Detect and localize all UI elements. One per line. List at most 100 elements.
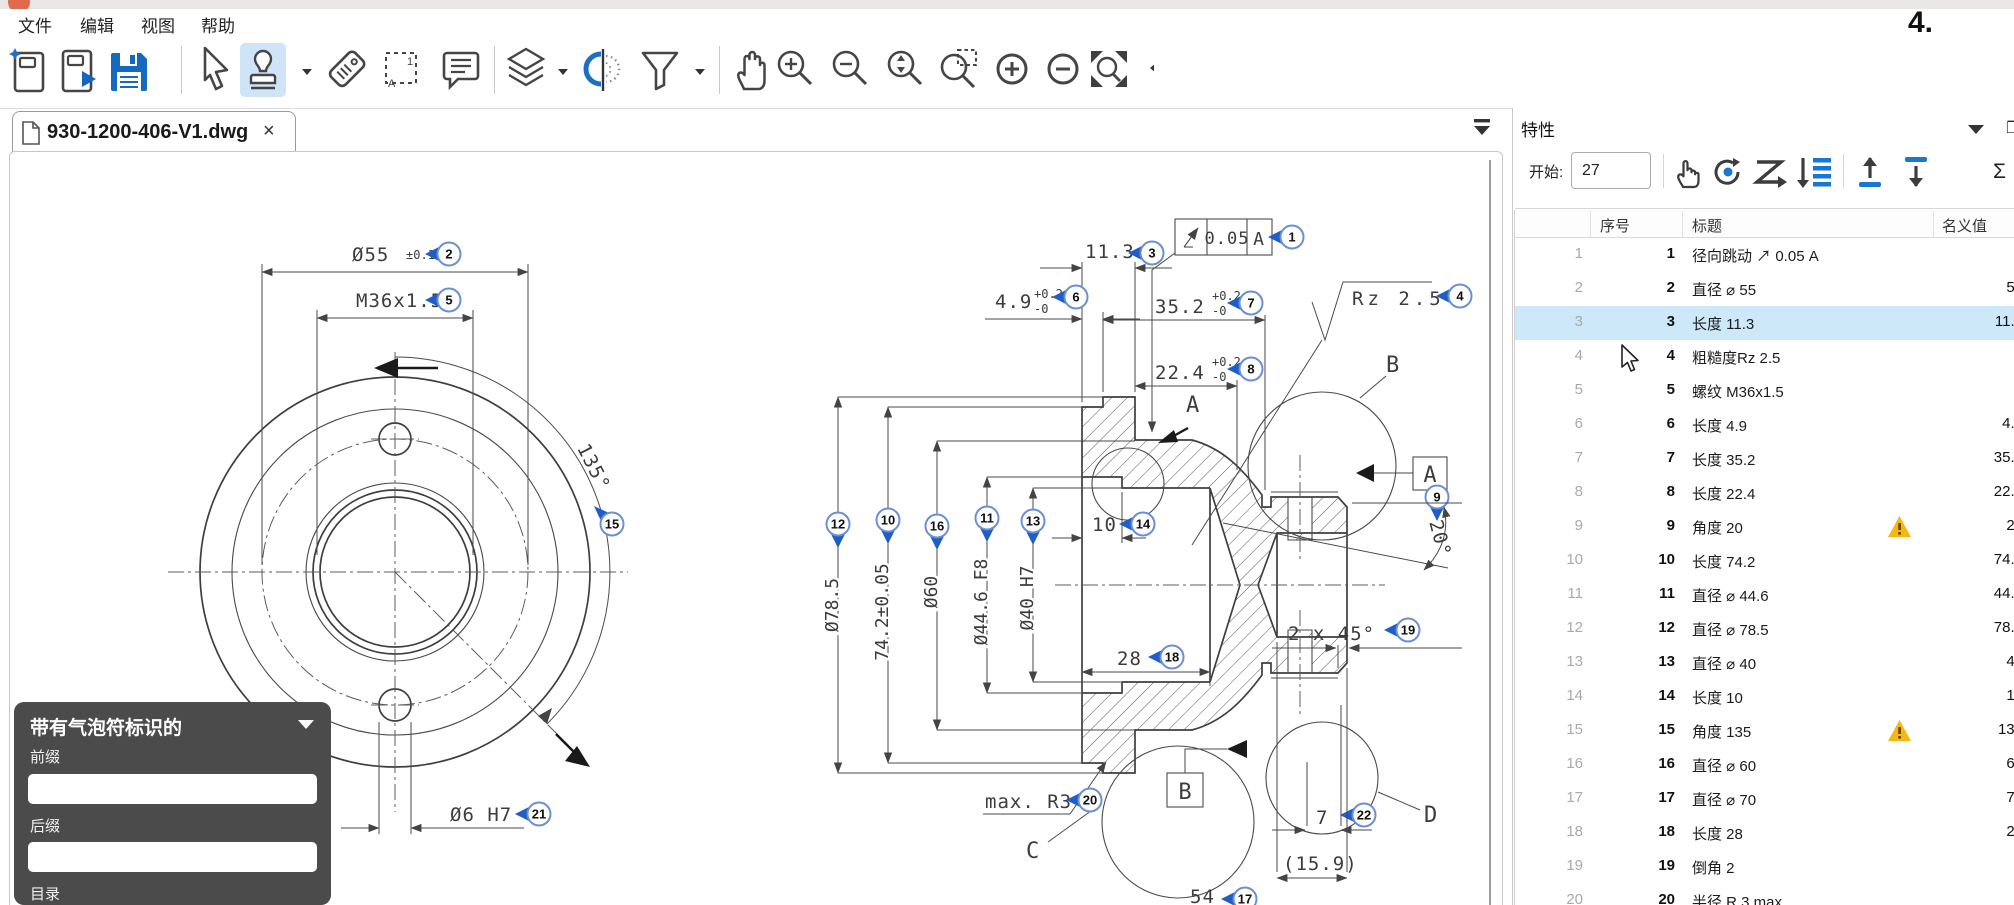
table-row[interactable]: 2020半径 R 3 max. (1515, 884, 2014, 905)
row-title: 粗糙度Rz 2.5 (1692, 347, 1780, 368)
table-row[interactable]: 1717直径 ⌀ 7070 (1515, 782, 2014, 816)
pick-icon[interactable] (1669, 154, 1707, 190)
row-title: 直径 ⌀ 60 (1692, 755, 1756, 776)
svg-text:20: 20 (1083, 793, 1097, 808)
decrease-icon[interactable] (1040, 43, 1086, 99)
select-cursor-icon[interactable] (192, 43, 238, 99)
table-row[interactable]: 1313直径 ⌀ 4040 (1515, 646, 2014, 680)
menu-edit[interactable]: 编辑 (80, 12, 114, 37)
table-row[interactable]: 11径向跳动 ↗ 0.05 A (1515, 238, 2014, 272)
zoom-out-icon[interactable] (827, 43, 873, 99)
row-title: 长度 10 (1692, 687, 1743, 708)
row-value: 28 (1895, 823, 2014, 840)
filter-icon[interactable] (637, 43, 683, 99)
row-value: 40 (1895, 653, 2014, 670)
zoom-in-icon[interactable] (772, 43, 818, 99)
row-title: 角度 135 (1692, 721, 1751, 742)
menubar: 文件 编辑 视图 帮助 (0, 9, 2014, 38)
properties-panel-dropdown-icon[interactable] (1968, 125, 1984, 134)
svg-text:A: A (1253, 229, 1265, 250)
move-bottom-icon[interactable] (1897, 154, 1935, 190)
suffix-label: 后缀 (30, 815, 60, 836)
svg-text:9: 9 (1433, 490, 1440, 505)
table-row[interactable]: 1414长度 1010 (1515, 680, 2014, 714)
table-row[interactable]: 44粗糙度Rz 2.5 (1515, 340, 2014, 374)
svg-text:2: 2 (445, 247, 452, 262)
svg-text:13: 13 (1026, 514, 1040, 529)
table-row[interactable]: 1616直径 ⌀ 6060 (1515, 748, 2014, 782)
row-title: 长度 11.3 (1692, 313, 1754, 334)
tag-icon[interactable] (322, 43, 368, 99)
z-sort-icon[interactable] (1751, 154, 1789, 190)
start-input[interactable] (1571, 152, 1651, 189)
menu-file[interactable]: 文件 (18, 12, 52, 37)
table-row[interactable]: 55螺纹 M36x1.5 (1515, 374, 2014, 408)
table-row[interactable]: 88长度 22.422.4 (1515, 476, 2014, 510)
layers-icon[interactable] (503, 43, 549, 99)
svg-text:1: 1 (407, 56, 413, 68)
menu-help[interactable]: 帮助 (201, 12, 235, 37)
filter-dropdown-icon[interactable] (694, 68, 706, 76)
properties-panel: 特性 ❐ 开始: Σ 序号 (1512, 108, 2014, 905)
row-value: 22.4 (1895, 483, 2014, 500)
sort-list-icon[interactable] (1795, 154, 1833, 190)
menu-view[interactable]: 视图 (141, 12, 175, 37)
stamp-icon[interactable] (240, 43, 286, 99)
property-table-body: 11径向跳动 ↗ 0.05 A22直径 ⌀ 555533长度 11.311.34… (1515, 238, 2014, 905)
row-number: 13 (1566, 653, 1583, 670)
svg-text:6: 6 (1072, 290, 1079, 305)
refresh-icon[interactable] (1709, 154, 1747, 190)
row-title: 直径 ⌀ 78.5 (1692, 619, 1769, 640)
table-row[interactable]: 33长度 11.311.3 (1515, 306, 2014, 340)
svg-text:(15.9): (15.9) (1283, 853, 1358, 875)
comment-icon[interactable] (438, 43, 484, 99)
tabbar-collapse-icon[interactable] (1470, 115, 1494, 139)
suffix-input[interactable] (28, 842, 317, 872)
row-value: 35.2 (1895, 449, 2014, 466)
properties-panel-pin-icon[interactable]: ❐ (2006, 118, 2014, 138)
increase-icon[interactable] (989, 43, 1035, 99)
row-seq: 2 (1667, 279, 1675, 296)
stamp-dropdown-icon[interactable] (301, 68, 313, 76)
tab-drawing-file[interactable]: 930-1200-406-V1.dwg × (12, 111, 296, 152)
pan-hand-icon[interactable] (729, 43, 775, 99)
balloon-panel-collapse-icon[interactable] (298, 720, 314, 729)
marquee-select-icon[interactable]: 1 A (378, 43, 424, 99)
tab-close-icon[interactable]: × (263, 120, 275, 143)
zoom-dynamic-icon[interactable] (882, 43, 928, 99)
save-icon[interactable] (106, 43, 152, 99)
table-row[interactable]: 1010长度 74.274.2 (1515, 544, 2014, 578)
row-title: 长度 74.2 (1692, 551, 1755, 572)
toolbar-overflow-icon[interactable] (1146, 64, 1158, 72)
new-document-icon[interactable] (6, 43, 52, 99)
table-row[interactable]: 1212直径 ⌀ 78.578.5 (1515, 612, 2014, 646)
mirror-proof-icon[interactable] (580, 43, 626, 99)
table-row[interactable]: 1111直径 ⌀ 44.644.6 (1515, 578, 2014, 612)
toolbar: 1 A (0, 38, 2014, 108)
table-row[interactable]: 1919倒角 22 (1515, 850, 2014, 884)
svg-text:A: A (388, 78, 396, 90)
table-row[interactable]: 66长度 4.94.9 (1515, 408, 2014, 442)
row-value: 70 (1895, 789, 2014, 806)
layers-dropdown-icon[interactable] (557, 68, 569, 76)
table-row[interactable]: 1818长度 2828 (1515, 816, 2014, 850)
table-row[interactable]: 77长度 35.235.2 (1515, 442, 2014, 476)
zoom-window-icon[interactable] (937, 43, 983, 99)
table-row[interactable]: 22直径 ⌀ 5555 (1515, 272, 2014, 306)
row-seq: 14 (1658, 687, 1675, 704)
svg-text:max. R3: max. R3 (985, 791, 1072, 813)
properties-panel-title: 特性 (1521, 116, 1555, 141)
row-title: 长度 28 (1692, 823, 1743, 844)
row-seq: 16 (1658, 755, 1675, 772)
zoom-fit-icon[interactable] (1086, 43, 1132, 99)
sum-icon[interactable]: Σ (1993, 160, 2006, 184)
table-row[interactable]: 99角度 2020 (1515, 510, 2014, 544)
svg-text:15: 15 (605, 517, 619, 532)
table-row[interactable]: 1515角度 135135 (1515, 714, 2014, 748)
prefix-input[interactable] (28, 774, 317, 804)
row-number: 11 (1567, 585, 1583, 602)
open-document-icon[interactable] (56, 43, 102, 99)
row-title: 半径 R 3 max. (1692, 891, 1786, 905)
svg-text:4.9: 4.9 (995, 291, 1032, 313)
move-top-icon[interactable] (1851, 154, 1889, 190)
